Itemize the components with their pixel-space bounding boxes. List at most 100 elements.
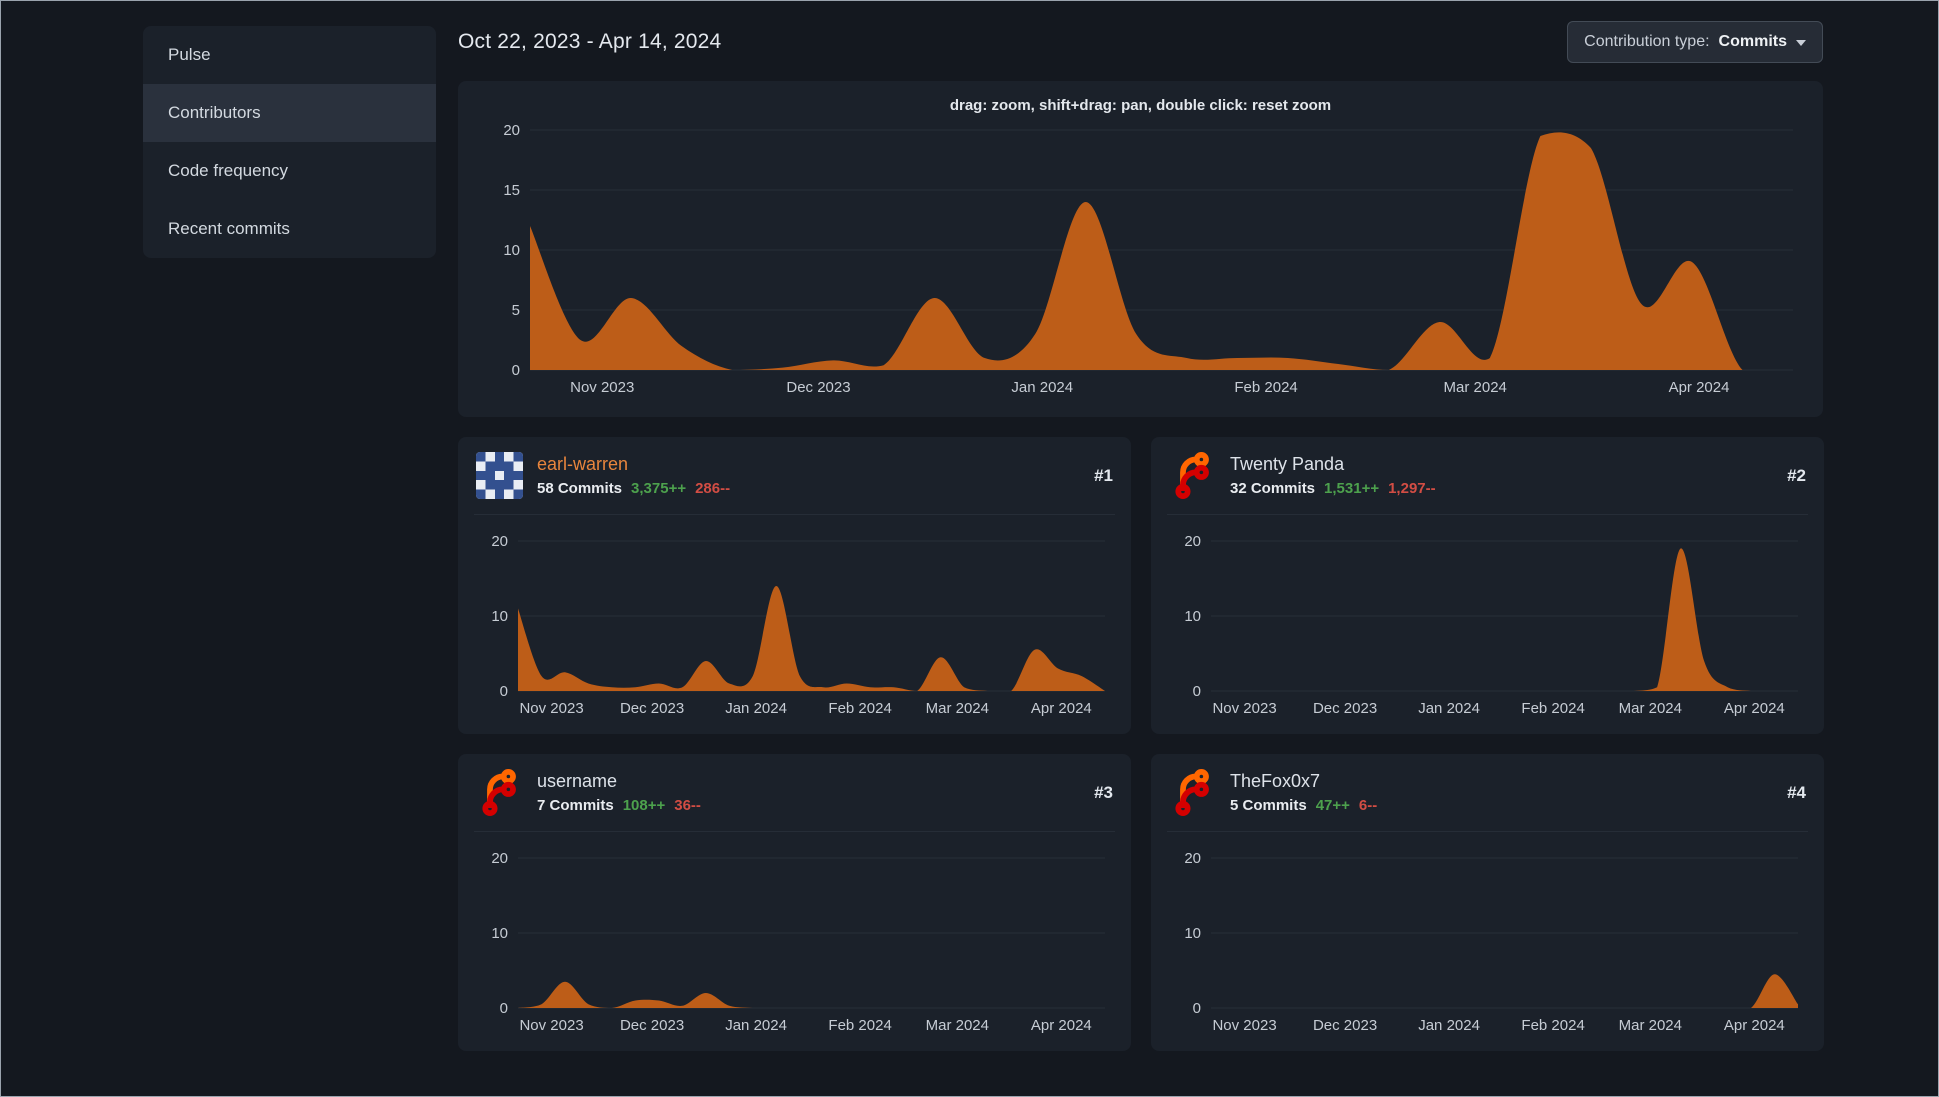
contributor-stats: 32 Commits 1,531++ 1,297-- [1230, 480, 1436, 497]
svg-text:Dec 2023: Dec 2023 [1313, 1017, 1377, 1034]
identicon-avatar [476, 452, 523, 499]
deletions-count: 1,297-- [1388, 480, 1436, 497]
svg-text:0: 0 [1193, 1000, 1201, 1017]
contributor-chart-area: 0 10 20 Nov 2023 Dec 2023 Jan 2024 Feb 2024 Mar… [474, 515, 1115, 728]
sidebar-item-pulse[interactable]: Pulse [143, 26, 436, 84]
svg-text:Feb 2024: Feb 2024 [828, 1017, 891, 1034]
svg-text:Nov 2023: Nov 2023 [519, 1017, 583, 1034]
activity-sidebar: Pulse Contributors Code frequency Recent… [143, 26, 436, 258]
svg-text:20: 20 [503, 122, 520, 139]
contributor-name-link[interactable]: earl-warren [537, 454, 730, 475]
svg-text:5: 5 [512, 302, 520, 319]
svg-text:0: 0 [500, 683, 508, 700]
contributor-card: earl-warren 58 Commits 3,375++ 286-- #1 … [458, 437, 1131, 734]
sidebar-item-label: Code frequency [168, 161, 289, 180]
overall-commits-area-chart[interactable]: 0 5 10 15 20 Nov 2023 Dec 2023 Jan 2024 Feb 2024… [478, 118, 1805, 404]
contributor-info: earl-warren 58 Commits 3,375++ 286-- [537, 454, 730, 497]
commit-count: 32 Commits [1230, 480, 1316, 497]
contributor-name: username [537, 771, 618, 791]
forgejo-logo-icon [1175, 452, 1209, 499]
contributor-name: TheFox0x7 [1230, 771, 1321, 791]
sidebar-item-label: Pulse [168, 45, 211, 64]
additions-count: 1,531++ [1324, 480, 1380, 497]
svg-text:Feb 2024: Feb 2024 [1521, 1017, 1584, 1034]
contributor-commits-area-chart[interactable]: 0 10 20 Nov 2023 Dec 2023 Jan 2024 Feb 2024 Mar… [474, 844, 1115, 1040]
svg-text:Mar 2024: Mar 2024 [926, 1017, 989, 1034]
svg-text:Apr 2024: Apr 2024 [1724, 700, 1785, 717]
svg-text:Mar 2024: Mar 2024 [1444, 379, 1507, 396]
contributor-commits-area-chart[interactable]: 0 10 20 Nov 2023 Dec 2023 Jan 2024 Feb 2024 Mar… [1167, 844, 1808, 1040]
contributor-card: username 7 Commits 108++ 36-- #3 0 10 20 No… [458, 754, 1131, 1051]
additions-count: 3,375++ [631, 480, 687, 497]
rank-badge: #2 [1787, 465, 1806, 485]
rank-badge: #1 [1094, 465, 1113, 485]
svg-text:Dec 2023: Dec 2023 [1313, 700, 1377, 717]
svg-text:10: 10 [491, 925, 508, 942]
sidebar-item-recent-commits[interactable]: Recent commits [143, 200, 436, 258]
svg-text:10: 10 [503, 242, 520, 259]
contributor-card: Twenty Panda 32 Commits 1,531++ 1,297-- … [1151, 437, 1824, 734]
svg-text:Nov 2023: Nov 2023 [1212, 1017, 1276, 1034]
page-header: Oct 22, 2023 - Apr 14, 2024 Contribution… [458, 21, 1823, 63]
contributor-stats: 58 Commits 3,375++ 286-- [537, 480, 730, 497]
svg-text:Apr 2024: Apr 2024 [1031, 1017, 1092, 1034]
svg-text:0: 0 [500, 1000, 508, 1017]
svg-text:20: 20 [1184, 850, 1201, 867]
svg-text:0: 0 [512, 362, 520, 379]
contributors-page: Pulse Contributors Code frequency Recent… [1, 1, 1938, 1051]
contributor-commits-area-chart[interactable]: 0 10 20 Nov 2023 Dec 2023 Jan 2024 Feb 2024 Mar… [1167, 527, 1808, 723]
svg-text:Mar 2024: Mar 2024 [926, 700, 989, 717]
contributor-card: TheFox0x7 5 Commits 47++ 6-- #4 0 10 20 Nov… [1151, 754, 1824, 1051]
contributor-chart-area: 0 10 20 Nov 2023 Dec 2023 Jan 2024 Feb 2024 Mar… [1167, 515, 1808, 728]
svg-text:Dec 2023: Dec 2023 [786, 379, 850, 396]
commit-count: 7 Commits [537, 797, 614, 814]
overall-commits-chart-card: drag: zoom, shift+drag: pan, double clic… [458, 81, 1823, 417]
svg-text:0: 0 [1193, 683, 1201, 700]
contributor-card-header: username 7 Commits 108++ 36-- #3 [474, 754, 1115, 832]
forgejo-logo-icon [1175, 769, 1209, 816]
contributor-chart-area: 0 10 20 Nov 2023 Dec 2023 Jan 2024 Feb 2024 Mar… [1167, 832, 1808, 1045]
contribution-type-dropdown[interactable]: Contribution type: Commits [1567, 21, 1823, 63]
svg-text:20: 20 [491, 850, 508, 867]
contributor-info: TheFox0x7 5 Commits 47++ 6-- [1230, 771, 1377, 814]
contributor-name: Twenty Panda [1230, 454, 1345, 474]
sidebar-item-contributors[interactable]: Contributors [143, 84, 436, 142]
contributor-card-header: TheFox0x7 5 Commits 47++ 6-- #4 [1167, 754, 1808, 832]
svg-text:Nov 2023: Nov 2023 [1212, 700, 1276, 717]
contributor-card-header: Twenty Panda 32 Commits 1,531++ 1,297-- … [1167, 437, 1808, 515]
deletions-count: 286-- [695, 480, 731, 497]
contributor-chart-area: 0 10 20 Nov 2023 Dec 2023 Jan 2024 Feb 2024 Mar… [474, 832, 1115, 1045]
svg-text:Dec 2023: Dec 2023 [620, 700, 684, 717]
forgejo-logo-icon [482, 769, 516, 816]
contributor-card-header: earl-warren 58 Commits 3,375++ 286-- #1 [474, 437, 1115, 515]
sidebar-item-label: Recent commits [168, 219, 290, 238]
main-content: Oct 22, 2023 - Apr 14, 2024 Contribution… [458, 19, 1824, 1051]
deletions-count: 36-- [674, 797, 701, 814]
svg-text:Apr 2024: Apr 2024 [1669, 379, 1730, 396]
svg-text:Jan 2024: Jan 2024 [1011, 379, 1073, 396]
chart-zoom-hint: drag: zoom, shift+drag: pan, double clic… [949, 97, 1332, 114]
svg-text:Nov 2023: Nov 2023 [570, 379, 634, 396]
deletions-count: 6-- [1358, 797, 1378, 814]
chevron-down-icon [1796, 40, 1806, 46]
sidebar-item-code-frequency[interactable]: Code frequency [143, 142, 436, 200]
svg-text:Feb 2024: Feb 2024 [828, 700, 891, 717]
date-range-title: Oct 22, 2023 - Apr 14, 2024 [458, 30, 722, 53]
contributor-cards-grid: earl-warren 58 Commits 3,375++ 286-- #1 … [458, 437, 1824, 1051]
contributor-stats: 7 Commits 108++ 36-- [537, 797, 701, 814]
svg-text:15: 15 [503, 182, 520, 199]
svg-text:10: 10 [1184, 925, 1201, 942]
sidebar-item-label: Contributors [168, 103, 261, 122]
contributor-info: Twenty Panda 32 Commits 1,531++ 1,297-- [1230, 454, 1436, 497]
contributor-commits-area-chart[interactable]: 0 10 20 Nov 2023 Dec 2023 Jan 2024 Feb 2024 Mar… [474, 527, 1115, 723]
svg-text:Apr 2024: Apr 2024 [1724, 1017, 1785, 1034]
svg-text:Jan 2024: Jan 2024 [725, 1017, 787, 1034]
svg-text:Feb 2024: Feb 2024 [1234, 379, 1297, 396]
rank-badge: #4 [1787, 782, 1806, 802]
contribution-type-label: Contribution type: [1584, 33, 1710, 50]
svg-text:Feb 2024: Feb 2024 [1521, 700, 1584, 717]
commit-count: 58 Commits [537, 480, 623, 497]
svg-text:Mar 2024: Mar 2024 [1619, 700, 1682, 717]
additions-count: 47++ [1315, 797, 1350, 814]
svg-text:10: 10 [1184, 608, 1201, 625]
